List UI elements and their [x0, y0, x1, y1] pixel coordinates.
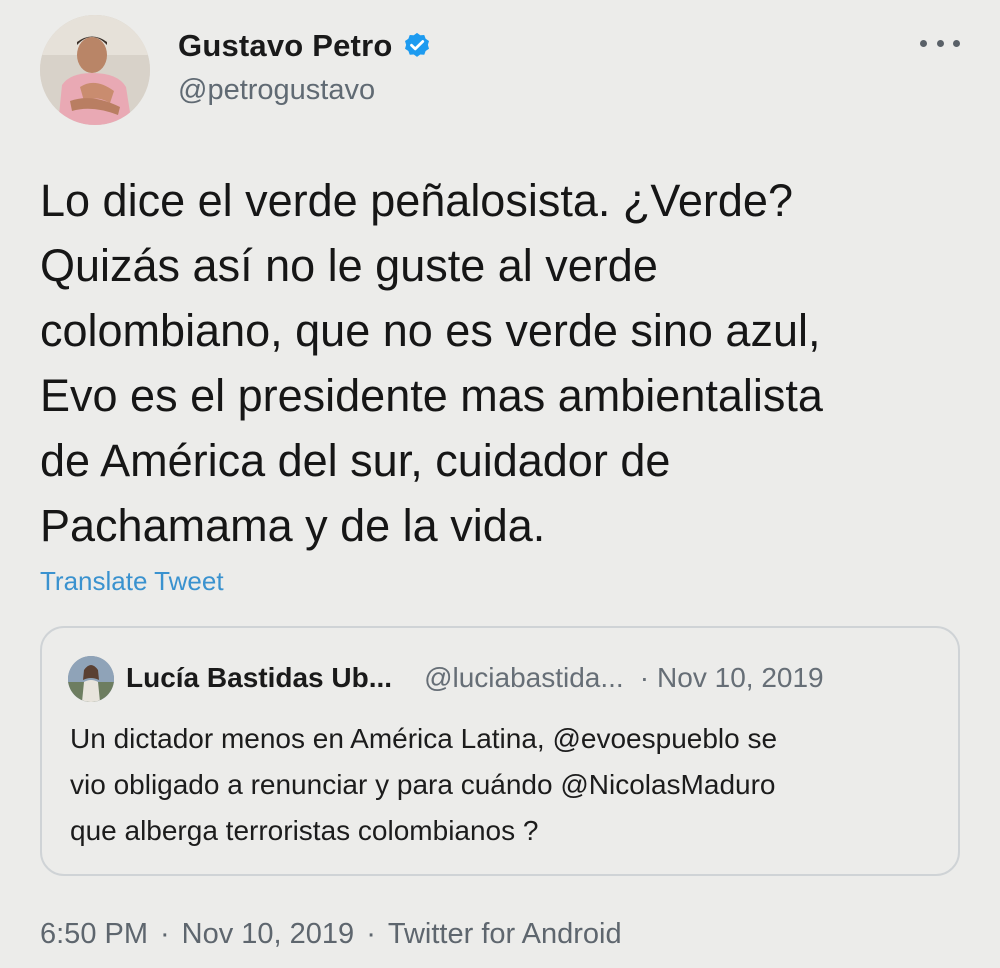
author-name[interactable]: Gustavo Petro	[178, 28, 392, 64]
quoted-text: Un dictador menos en América Latina, @ev…	[70, 716, 950, 854]
tweet-text-line: Pachamama y de la vida.	[40, 500, 546, 551]
tweet-text-line: Quizás así no le guste al verde	[40, 240, 658, 291]
author-handle[interactable]: @petrogustavo	[178, 74, 375, 107]
meta-separator: ·	[366, 918, 376, 950]
tweet-text-line: colombiano, que no es verde sino azul,	[40, 305, 821, 356]
meta-separator: ·	[160, 918, 170, 950]
quoted-author-handle: @luciabastida...	[424, 662, 624, 693]
avatar-photo	[40, 15, 150, 125]
verified-badge-icon	[402, 31, 432, 61]
quoted-avatar-photo	[68, 656, 114, 702]
quoted-tweet[interactable]: Lucía Bastidas Ub... @luciabastida... · …	[40, 626, 960, 876]
author-avatar[interactable]	[40, 15, 150, 125]
tweet-text: Lo dice el verde peñalosista. ¿Verde? Qu…	[40, 168, 970, 558]
more-dot	[953, 39, 960, 47]
tweet-text-line: Evo es el presidente mas ambientalista	[40, 370, 823, 421]
more-dot	[920, 39, 927, 47]
tweet-text-line: Lo dice el verde peñalosista. ¿Verde?	[40, 175, 793, 226]
quoted-author-name: Lucía Bastidas Ub...	[126, 662, 393, 693]
quoted-separator: ·	[639, 662, 650, 693]
quoted-author-avatar	[68, 656, 114, 702]
quoted-text-line: vio obligado a renunciar y para cuándo @…	[70, 769, 776, 800]
quoted-text-line: que alberga terroristas colombianos ?	[70, 815, 539, 846]
quoted-header: Lucía Bastidas Ub... @luciabastida... · …	[126, 662, 824, 694]
quoted-date: Nov 10, 2019	[657, 662, 824, 693]
tweet-time[interactable]: 6:50 PM	[40, 918, 148, 950]
translate-tweet-link[interactable]: Translate Tweet	[40, 566, 224, 597]
tweet-text-line: de América del sur, cuidador de	[40, 435, 671, 486]
author-name-row: Gustavo Petro	[178, 28, 432, 64]
more-dot	[936, 39, 944, 47]
tweet-date[interactable]: Nov 10, 2019	[182, 918, 355, 950]
tweet-meta: 6:50 PM · Nov 10, 2019 · Twitter for Android	[40, 918, 622, 951]
more-options-icon[interactable]	[920, 30, 960, 56]
quoted-text-line: Un dictador menos en América Latina, @ev…	[70, 723, 778, 754]
tweet-detail: Gustavo Petro @petrogustavo Lo dice el v…	[0, 0, 1000, 968]
tweet-source: Twitter for Android	[387, 918, 622, 950]
